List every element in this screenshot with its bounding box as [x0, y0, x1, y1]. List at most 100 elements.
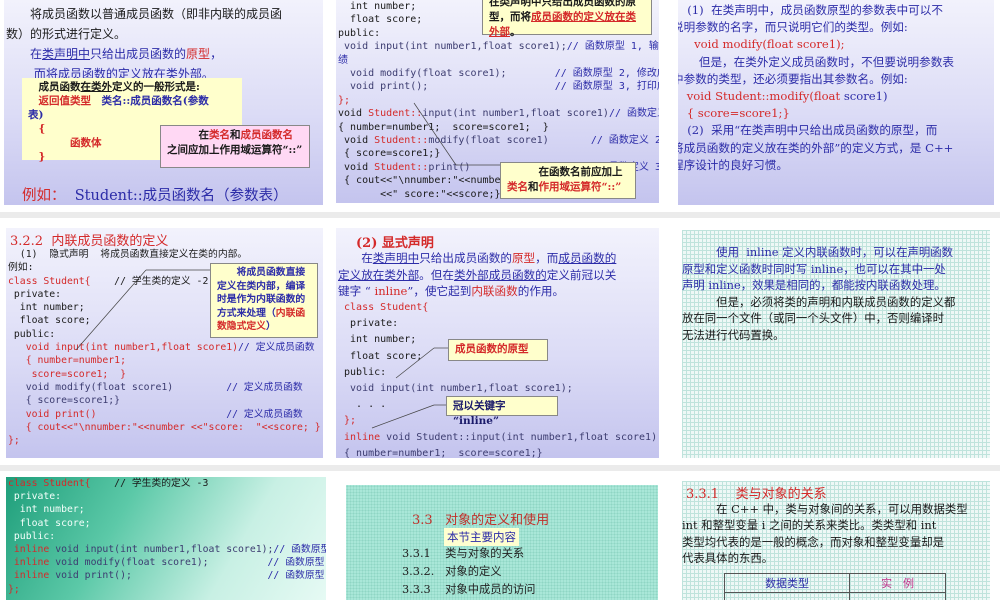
- text-segment: 将成员函数的定义放在类的外部”的定义方式，是 C++: [678, 140, 954, 155]
- text-segment: 成员函数: [28, 81, 81, 93]
- slide-card-6[interactable]: 使用 inline 定义内联函数时，可以在声明函数 原型和定义函数时同时写 inl…: [668, 218, 1000, 465]
- text-segment: input(int number1,float score1): [422, 108, 609, 120]
- text-segment: 作用域运算符“::”: [538, 181, 622, 193]
- section-item[interactable]: 3.3.2. 对象的定义: [402, 563, 535, 581]
- slide-8-title: 3.3 对象的定义和使用: [412, 513, 550, 528]
- text-line: public:: [8, 530, 326, 543]
- text-segment: public:: [8, 530, 56, 542]
- text-line: { cout<<"\nnumber:"<<number <<"score: "<…: [8, 421, 321, 434]
- text-segment: inline: [338, 431, 387, 443]
- text-segment: 类型均代表的是一般的概念，而对象和整型变量却是: [682, 534, 944, 549]
- text-segment: 类名::成员函数名(参数: [101, 95, 209, 107]
- text-line: inline void print(); // 函数原型 3: [8, 569, 326, 582]
- text-segment: void print();: [338, 81, 555, 93]
- text-segment: ”，使它起到: [407, 284, 472, 298]
- text-segment: { number=number1; score=score1; }: [338, 121, 549, 133]
- text-segment: private:: [8, 491, 62, 503]
- text-line: void print() // 定义成员函数: [8, 408, 321, 421]
- text-segment: };: [338, 94, 351, 106]
- text-line: float score;: [8, 517, 326, 530]
- text-segment: inline: [8, 544, 56, 556]
- text-segment: };: [8, 435, 20, 447]
- text-segment: 放在同一个文件（或同一个头文件）中，否则编译时: [682, 311, 944, 326]
- text-line: { score=score1;}: [678, 105, 954, 122]
- text-segment: float score;: [8, 517, 91, 529]
- text-segment: 但是，必须将类的声明和内联成员函数的定义都: [682, 294, 956, 309]
- text-segment: int number;: [338, 334, 417, 346]
- text-segment: 中参数的类型，还必须要指出其参数名。例如:: [678, 71, 908, 86]
- text-segment: // 函数原型 2, 修改成绩: [554, 68, 659, 80]
- text-line: void Student::input(int number1,float sc…: [338, 107, 659, 120]
- text-line: };: [8, 434, 321, 447]
- section-item[interactable]: 3.3.1 类与对象的关系: [402, 545, 535, 563]
- text-segment: // 定义成员函数: [226, 408, 303, 420]
- slide-9-text: 在 C++ 中，类与对象间的关系，可以用数据类型 int 和整型变量 i 之间的关…: [682, 501, 968, 566]
- text-segment: Student::: [374, 135, 429, 147]
- inline-keyword-callout: 冠以关键字 “inline”: [446, 396, 558, 427]
- text-line: (1) 在类声明中，成员函数原型的参数表中可以不: [678, 2, 954, 19]
- text-segment: { number=number1;: [8, 355, 126, 367]
- text-segment: 在类声明中只给出成员函数: [489, 0, 615, 8]
- text-segment: 。但在: [419, 267, 454, 282]
- slide-4: 3.2.2 内联成员函数的定义 (1) 隐式声明 将成员函数直接定义在类的内部。…: [6, 228, 323, 458]
- text-segment: int number;: [338, 1, 417, 12]
- slide-1-text: 将成员函数以普通成员函数（即非内联的成员函 数）的形式进行定义。 在类声明中只给出…: [6, 4, 282, 84]
- text-line: 但是，必须将类的声明和内联成员函数的定义都: [682, 294, 955, 311]
- text-segment: };: [338, 415, 357, 427]
- text-segment: (2) 采用“在类声明中只给出成员函数的原型，而: [678, 123, 938, 138]
- text-segment: <<" score:"<<score;}: [338, 188, 501, 200]
- slide-card-3[interactable]: (1) 在类声明中，成员函数原型的参数表中可以不 说明参数的名字，而只说明它们的类…: [668, 0, 1000, 212]
- text-segment: 只给出成员函数的: [90, 47, 187, 61]
- text-line: (1) 隐式声明 将成员函数直接定义在类的内部。: [8, 248, 321, 261]
- text-segment: }: [28, 151, 46, 163]
- example-line: 例如： Student::成员函数名（参数表）: [22, 184, 288, 205]
- text-segment: 在: [6, 47, 43, 61]
- text-segment: void Student::modify(float: [678, 89, 844, 104]
- text-line: 中参数的类型，还必须要指出其参数名。例如:: [678, 71, 954, 88]
- text-segment: // 定义成员函数: [226, 381, 303, 393]
- text-segment: void input(int number1,float score1): [8, 342, 239, 354]
- text-segment: inline: [374, 284, 408, 298]
- text-segment: public:: [8, 328, 56, 340]
- text-segment: { cout<<"\nnumber:"<<number <<"score: "<…: [8, 421, 321, 433]
- text-segment: void: [338, 108, 369, 120]
- text-segment: // 函数原型 1, 输入成: [566, 41, 659, 53]
- text-line: 使用 inline 定义内联函数时，可以在声明函数: [682, 244, 955, 261]
- slide-6: 使用 inline 定义内联函数时，可以在声明函数 原型和定义函数时同时写 inl…: [682, 230, 990, 458]
- text-line: inline void modify(float score1); // 函数原…: [8, 556, 326, 569]
- text-segment: ）: [265, 321, 276, 332]
- text-line: void modify(float score1) // 定义成员函数: [8, 381, 321, 394]
- slide-card-5[interactable]: (2) 显式声明 在类声明中只给出成员函数的原型，而成员函数的 定义放在类外部。但…: [333, 218, 668, 465]
- text-line: 在类声明中只给出成员函数的原型，而成员函数的: [338, 250, 616, 267]
- text-line: score=score1; }: [8, 368, 321, 381]
- text-segment: 定义放在类外部: [338, 267, 420, 282]
- slide-card-1[interactable]: 将成员函数以普通成员函数（即非内联的成员函 数）的形式进行定义。 在类声明中只给出…: [0, 0, 333, 212]
- text-line: void input(int number1,float score1);// …: [338, 40, 659, 53]
- text-segment: 类名: [507, 181, 528, 193]
- text-segment: class Student{: [8, 478, 115, 489]
- section-item[interactable]: 3.3.3 对象中成员的访问: [402, 581, 535, 599]
- slide-card-4[interactable]: 3.2.2 内联成员函数的定义 (1) 隐式声明 将成员函数直接定义在类的内部。…: [0, 218, 333, 465]
- text-line: 说明参数的名字，而只说明它们的类型。例如:: [678, 19, 954, 36]
- prototype-callout: 成员函数的原型: [448, 339, 548, 361]
- text-line: class Student{ // 学生类的定义 -3: [8, 477, 326, 490]
- text-segment: Student::: [368, 108, 423, 120]
- text-segment: 函数体: [28, 137, 102, 149]
- text-line: 声明 inline，效果是相同的，都能按内联函数处理。: [682, 277, 955, 294]
- text-segment: 定义前冠以关: [546, 267, 617, 282]
- text-segment: 在函数名前应加上: [507, 166, 623, 178]
- text-segment: ，: [210, 47, 223, 61]
- slide-card-8[interactable]: 3.3 对象的定义和使用 本节主要内容 3.3.1 类与对象的关系 3.3.2. …: [333, 471, 668, 600]
- slide-card-2[interactable]: int number; float score; public: void inp…: [333, 0, 668, 212]
- text-segment: void input(int number1,float score1);: [55, 544, 274, 556]
- text-segment: {: [28, 123, 46, 135]
- text-line: inline void input(int number1,float scor…: [8, 543, 326, 556]
- slide-card-7[interactable]: class Student{ // 学生类的定义 -3 private: int…: [0, 471, 333, 600]
- text-segment: void Student::input(int number1,float sc…: [386, 431, 658, 443]
- text-segment: 无法进行代码置换。: [682, 327, 785, 342]
- text-segment: // 学生类的定义 -2: [114, 275, 209, 287]
- text-line: private:: [338, 316, 657, 332]
- slide-card-9[interactable]: 3.3.1 类与对象的关系 在 C++ 中，类与对象间的关系，可以用数据类型 in…: [668, 471, 1000, 600]
- text-segment: // 定义成员函数: [238, 342, 315, 354]
- text-line: 表): [28, 108, 236, 122]
